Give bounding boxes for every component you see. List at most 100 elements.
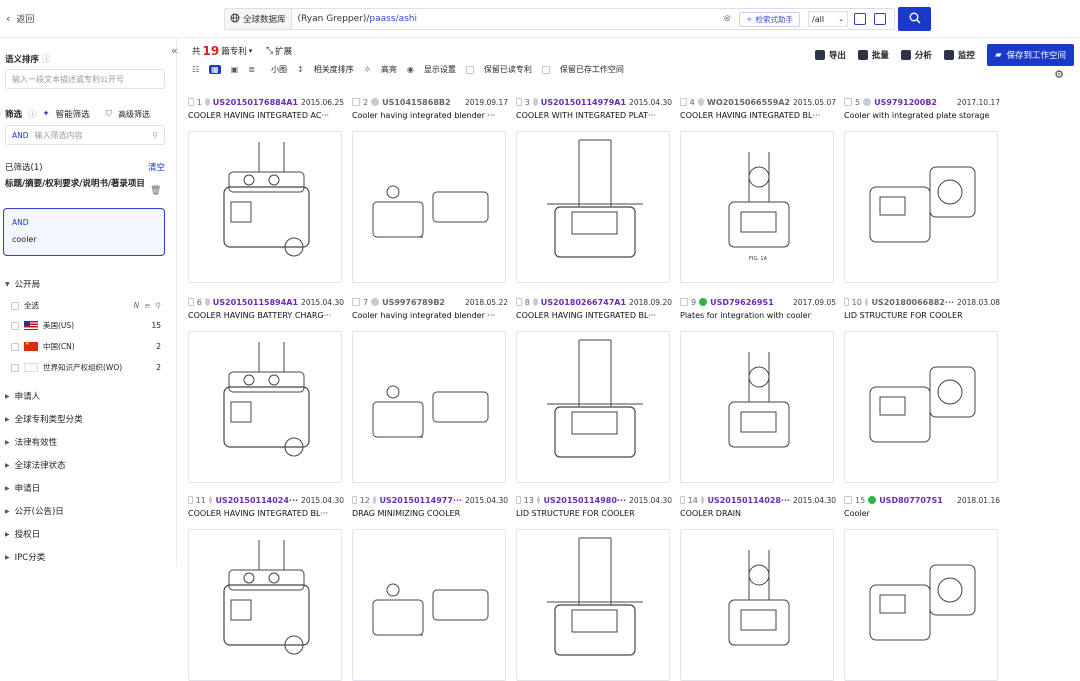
patent-title[interactable]: COOLER HAVING INTEGRATED BL··· [516, 311, 672, 323]
patent-card[interactable]: 14 US20150114028··· 2015.04.30 COOLER DR… [680, 494, 836, 681]
patent-number-link[interactable]: US10415868B2 [382, 98, 450, 107]
checkbox[interactable] [11, 321, 19, 330]
batch-button[interactable]: 批量 [857, 49, 889, 61]
patent-title[interactable]: DRAG MINIMIZING COOLER [352, 509, 508, 521]
checkbox[interactable] [844, 496, 852, 504]
patent-title[interactable]: Cooler having integrated blender ··· [352, 111, 508, 123]
patent-drawing[interactable]: FIG. 1A [680, 131, 834, 283]
save-to-workspace-button[interactable]: ▰ 保存到工作空间 [986, 44, 1074, 66]
patent-title[interactable]: COOLER DRAIN [680, 509, 836, 521]
checkbox[interactable] [352, 496, 357, 504]
gear-icon[interactable]: ⚙ [1054, 68, 1064, 81]
checkbox[interactable] [465, 65, 474, 74]
sort-select[interactable]: 相关度排序 [314, 64, 354, 75]
back-button[interactable]: ‹ 返回 [6, 12, 34, 25]
collapse-sidebar-icon[interactable]: « [171, 44, 178, 57]
image-view-icon[interactable]: ▣ [231, 65, 239, 74]
patent-title[interactable]: LID STRUCTURE FOR COOLER [516, 509, 672, 521]
patent-card[interactable]: 8 US20180266747A1 2018.09.20 COOLER HAVI… [516, 296, 672, 483]
facet-applicant[interactable]: ▶ 申请人 [5, 390, 40, 402]
display-settings-button[interactable]: 显示设置 [424, 64, 456, 75]
copy-icon[interactable] [854, 13, 866, 25]
patent-number-link[interactable]: US20150115894A1 [213, 298, 298, 307]
grid-view-icon[interactable]: ▦ [209, 65, 221, 74]
facet-authority[interactable]: ▼ 公开局 [5, 278, 40, 290]
checkbox[interactable] [352, 98, 360, 106]
selected-condition[interactable]: AND cooler [3, 208, 165, 256]
checkbox[interactable] [680, 496, 685, 504]
patent-title[interactable]: COOLER HAVING INTEGRATED BL··· [680, 111, 836, 123]
export-button[interactable]: 导出 [814, 49, 846, 61]
patent-drawing[interactable] [680, 529, 834, 681]
checkbox[interactable] [541, 65, 550, 74]
checkbox[interactable] [11, 301, 19, 310]
patent-title[interactable]: COOLER HAVING BATTERY CHARG··· [188, 311, 344, 323]
patent-number-link[interactable]: WO2015066559A2 [707, 98, 790, 107]
patent-card[interactable]: 7 US9976789B2 2018.05.22 Cooler having i… [352, 296, 508, 483]
checkbox[interactable] [11, 363, 19, 372]
patent-card[interactable]: 4 WO2015066559A2 2015.05.07 COOLER HAVIN… [680, 96, 836, 283]
checkbox[interactable] [516, 298, 522, 306]
patent-title[interactable]: COOLER WITH INTEGRATED PLAT··· [516, 111, 672, 123]
analysis-button[interactable]: 分析 [900, 49, 932, 61]
patent-drawing[interactable] [844, 529, 998, 681]
patent-number-link[interactable]: US20150114979A1 [541, 98, 626, 107]
patent-number-link[interactable]: US20150114980··· [543, 496, 626, 505]
patent-card[interactable]: 15 USD807707S1 2018.01.16 Cooler [844, 494, 1000, 681]
patent-drawing[interactable] [680, 331, 834, 483]
country-row-us[interactable]: 美国(US) 15 [11, 320, 161, 331]
field-select[interactable]: /all ⌄ [808, 11, 848, 27]
filter-input[interactable]: AND 输入筛选内容 ⚲ [5, 125, 165, 145]
patent-title[interactable]: Cooler having integrated blender ··· [352, 311, 508, 323]
patent-title[interactable]: COOLER HAVING INTEGRATED BL··· [188, 509, 344, 521]
small-image-toggle[interactable]: 小图 [271, 64, 287, 75]
select-all-row[interactable]: 全选 N ≡ ⚲ [11, 300, 161, 311]
patent-title[interactable]: Plates for integration with cooler [680, 311, 836, 323]
patent-number-link[interactable]: US20180066882··· [871, 298, 954, 307]
checkbox[interactable] [352, 298, 360, 306]
clear-button[interactable]: 清空 [148, 161, 165, 173]
patent-drawing[interactable] [352, 331, 506, 483]
semantic-input[interactable]: 输入一段文本描述或专利公开号 [5, 69, 165, 89]
patent-drawing[interactable] [188, 331, 342, 483]
country-row-wo[interactable]: 世界知识产权组织(WO) 2 [11, 362, 161, 373]
patent-card[interactable]: 6 US20150115894A1 2015.04.30 COOLER HAVI… [188, 296, 344, 483]
patent-title[interactable]: Cooler with integrated plate storage [844, 111, 1000, 123]
checkbox[interactable] [516, 496, 521, 504]
checkbox[interactable] [188, 496, 193, 504]
patent-drawing[interactable] [516, 331, 670, 483]
patent-number-link[interactable]: US20150176884A1 [213, 98, 298, 107]
checkbox[interactable] [844, 98, 852, 106]
country-row-cn[interactable]: ★ 中国(CN) 2 [11, 341, 161, 352]
patent-drawing[interactable] [844, 331, 998, 483]
expand-button[interactable]: 扩展 [275, 45, 292, 57]
database-selector[interactable]: 全球数据库 [225, 9, 292, 29]
checkbox[interactable] [11, 342, 19, 351]
sort-icon[interactable]: ≡ [144, 301, 150, 310]
patent-drawing[interactable] [516, 529, 670, 681]
search-input[interactable]: (Ryan Grepper)/paass/ashi [292, 14, 722, 24]
checkbox[interactable] [188, 98, 194, 106]
patent-number-link[interactable]: US20150114024··· [215, 496, 298, 505]
patent-card[interactable]: 1 US20150176884A1 2015.06.25 COOLER HAVI… [188, 96, 344, 283]
facet-grant-date[interactable]: ▶ 授权日 [5, 528, 40, 540]
highlight-button[interactable]: 高亮 [381, 64, 397, 75]
search-button[interactable] [898, 7, 931, 31]
compact-view-icon[interactable]: ≣ [248, 65, 255, 74]
list-view-icon[interactable]: ☷ [192, 65, 199, 74]
patent-number-link[interactable]: US20180266747A1 [541, 298, 626, 307]
sort-n-button[interactable]: N [134, 301, 140, 310]
advanced-filter-button[interactable]: 高级筛选 [118, 109, 150, 120]
patent-number-link[interactable]: US9976789B2 [382, 298, 445, 307]
patent-number-link[interactable]: USD807707S1 [879, 496, 943, 505]
checkbox[interactable] [516, 98, 522, 106]
patent-number-link[interactable]: USD796269S1 [710, 298, 774, 307]
patent-card[interactable]: 2 US10415868B2 2019.09.17 Cooler having … [352, 96, 508, 283]
patent-card[interactable]: 11 US20150114024··· 2015.04.30 COOLER HA… [188, 494, 344, 681]
patent-card[interactable]: 9 USD796269S1 2017.09.05 Plates for inte… [680, 296, 836, 483]
patent-card[interactable]: 3 US20150114979A1 2015.04.30 COOLER WITH… [516, 96, 672, 283]
search-icon[interactable]: ⚲ [156, 301, 162, 310]
search-assistant-button[interactable]: ✧ 检索式助手 [739, 11, 800, 27]
checkbox[interactable] [680, 98, 687, 106]
facet-ipc[interactable]: ▶ IPC分类 [5, 551, 45, 563]
